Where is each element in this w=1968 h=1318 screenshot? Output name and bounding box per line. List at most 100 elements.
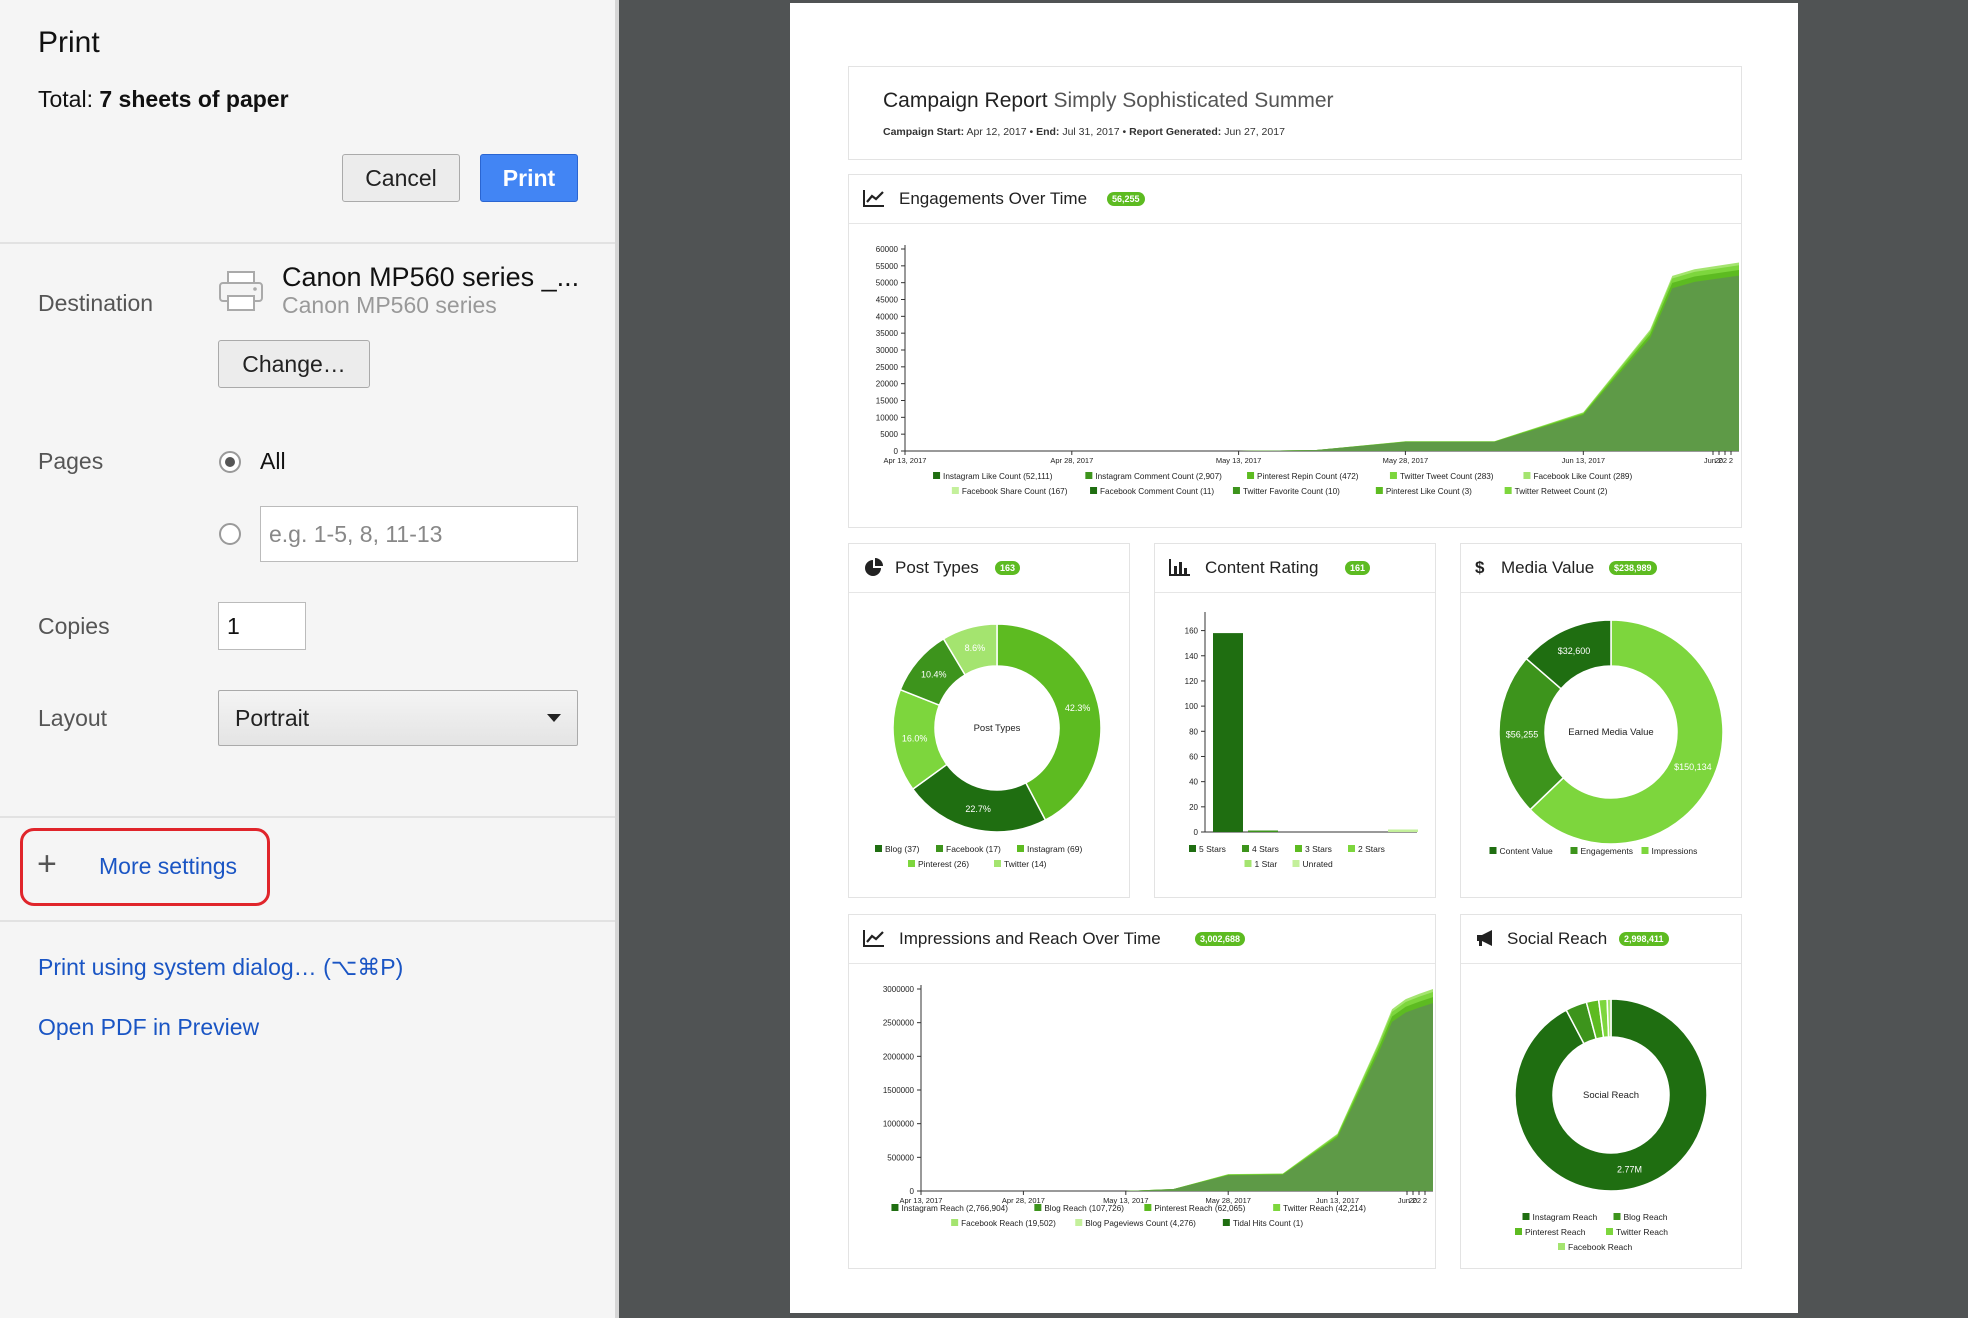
social-reach-chart: 2.77M Social Reach Instagram Reach Blog Rea…: [1514, 998, 1708, 1252]
layout-select[interactable]: Portrait: [218, 690, 578, 746]
open-pdf-link[interactable]: Open PDF in Preview: [38, 1014, 259, 1041]
legend-swatch: [933, 472, 941, 479]
pages-all-label: All: [260, 448, 286, 474]
legend-swatch: [1522, 1213, 1530, 1220]
copies-input[interactable]: [218, 602, 306, 650]
media-value-badge: $238,989: [1609, 561, 1657, 575]
donut-center-label: Post Types: [974, 723, 1021, 734]
copies-label: Copies: [38, 613, 110, 639]
legend-swatch: [1242, 845, 1249, 852]
x-tick-label: Apr 28, 2017: [1050, 456, 1093, 465]
start-label: Campaign Start:: [883, 126, 965, 138]
social-reach-card: Social Reach 2,998,411 2.77M Social Reach…: [1460, 914, 1742, 1269]
content-rating-card: Content Rating 161 0 20 40 60 80 100 120 140 160…: [1154, 543, 1436, 898]
legend-swatch: [1295, 845, 1302, 852]
y-tick-label: 40000: [876, 312, 899, 321]
legend-label: Instagram Reach (2,766,904): [901, 1204, 1008, 1213]
social-reach-badge: 2,998,411: [1619, 932, 1669, 946]
total-value: 7 sheets of paper: [99, 86, 289, 112]
legend-label: Blog Reach (107,726): [1044, 1204, 1124, 1213]
bar: [1388, 829, 1418, 832]
legend-swatch: [1273, 1204, 1281, 1211]
engagements-badge: 56,255: [1107, 192, 1145, 206]
legend-label: Facebook Like Count (289): [1533, 472, 1632, 481]
impressions-badge: 3,002,688: [1195, 932, 1246, 946]
legend-swatch: [1389, 472, 1397, 479]
y-tick-label: 50000: [876, 279, 899, 288]
legend-swatch: [1189, 845, 1196, 852]
y-tick-label: 140: [1185, 652, 1199, 661]
preview-page[interactable]: Campaign Report Simply Sophisticated Sum…: [790, 3, 1798, 1313]
donut-center-label: Social Reach: [1583, 1090, 1639, 1101]
legend-label: 5 Stars: [1199, 844, 1226, 854]
y-tick-label: 5000: [880, 430, 898, 439]
legend-label: 2 Stars: [1358, 844, 1385, 854]
legend-label: 1 Star: [1255, 859, 1278, 869]
end-value: Jul 31, 2017: [1062, 126, 1120, 138]
card-header: $ Media Value $238,989: [1461, 544, 1741, 593]
megaphone-icon: [1477, 930, 1492, 946]
impressions-card: Impressions and Reach Over Time 3,002,68…: [848, 914, 1436, 1269]
social-reach-title: Social Reach: [1507, 929, 1608, 948]
pages-range-input[interactable]: [260, 506, 578, 562]
pie-slice: [1606, 998, 1612, 1038]
legend-label: Pinterest (26): [918, 859, 969, 869]
y-tick-label: 500000: [887, 1153, 914, 1162]
pages-label: Pages: [38, 448, 104, 474]
legend-swatch: [936, 845, 943, 852]
legend-label: Facebook Share Count (167): [962, 487, 1068, 496]
pages-all-radio[interactable]: [219, 451, 241, 473]
legend-swatch: [1348, 845, 1355, 852]
bar: [1213, 633, 1243, 832]
legend-swatch: [875, 845, 882, 852]
y-tick-label: 0: [1194, 828, 1199, 837]
slice-label: 10.4%: [921, 669, 947, 679]
more-settings-button[interactable]: + More settings: [20, 828, 270, 906]
total-sheets: Total: 7 sheets of paper: [38, 86, 289, 113]
x-tick-label: Apr 13, 2017: [884, 456, 927, 465]
x-tick-label: Apr 28, 2017: [1002, 1196, 1045, 1205]
legend-label: Blog (37): [885, 844, 920, 854]
x-tick-label: 2: [1723, 456, 1727, 465]
media-value-card: $ Media Value $238,989 $150,134 $56,255 $3…: [1460, 543, 1742, 898]
cancel-button[interactable]: Cancel: [342, 154, 460, 202]
donut-center-label: Earned Media Value: [1568, 727, 1653, 738]
y-tick-label: 0: [894, 447, 899, 456]
legend-label: Unrated: [1303, 859, 1334, 869]
card-header: Impressions and Reach Over Time 3,002,68…: [849, 915, 1435, 964]
report-title: Campaign Report Simply Sophisticated Sum…: [883, 89, 1334, 113]
legend-label: Facebook (17): [946, 844, 1001, 854]
legend-label: Twitter Reach (42,214): [1283, 1204, 1366, 1213]
end-label: End:: [1036, 126, 1060, 138]
media-value-title: Media Value: [1501, 558, 1595, 577]
slice-label: $32,600: [1558, 646, 1591, 656]
pie-chart-icon: [865, 558, 883, 576]
printer-icon: [218, 270, 264, 312]
system-dialog-link[interactable]: Print using system dialog… (⌥⌘P): [38, 954, 403, 981]
legend-label: Blog Pageviews Count (4,276): [1085, 1219, 1196, 1228]
dialog-title: Print: [38, 26, 100, 59]
pages-custom-radio[interactable]: [219, 523, 241, 545]
bar-chart-icon: [1169, 559, 1190, 576]
destination-label: Destination: [38, 290, 154, 316]
legend-label: Pinterest Like Count (3): [1386, 487, 1472, 496]
y-tick-label: 2500000: [883, 1019, 915, 1028]
print-button[interactable]: Print: [480, 154, 578, 202]
y-tick-label: 30000: [876, 346, 899, 355]
legend-swatch: [1232, 487, 1240, 494]
slice-label: 22.7%: [965, 804, 991, 814]
y-tick-label: 45000: [876, 296, 899, 305]
post-types-card: Post Types 163 42.3% 22.7% 16.0% 10.4% 8.6% P…: [848, 543, 1130, 898]
legend-label: Engagements: [1581, 846, 1633, 856]
legend-label: Instagram Reach: [1533, 1212, 1598, 1222]
legend-label: 4 Stars: [1252, 844, 1279, 854]
y-tick-label: 35000: [876, 329, 899, 338]
card-header: Social Reach 2,998,411: [1461, 915, 1741, 964]
legend-swatch: [1641, 847, 1649, 854]
legend-swatch: [1222, 1219, 1230, 1226]
slice-label: $56,255: [1506, 729, 1539, 739]
legend-label: Instagram Like Count (52,111): [943, 472, 1053, 481]
change-destination-button[interactable]: Change…: [218, 340, 370, 388]
legend-swatch: [1090, 487, 1098, 494]
legend-label: Pinterest Reach (62,065): [1154, 1204, 1245, 1213]
